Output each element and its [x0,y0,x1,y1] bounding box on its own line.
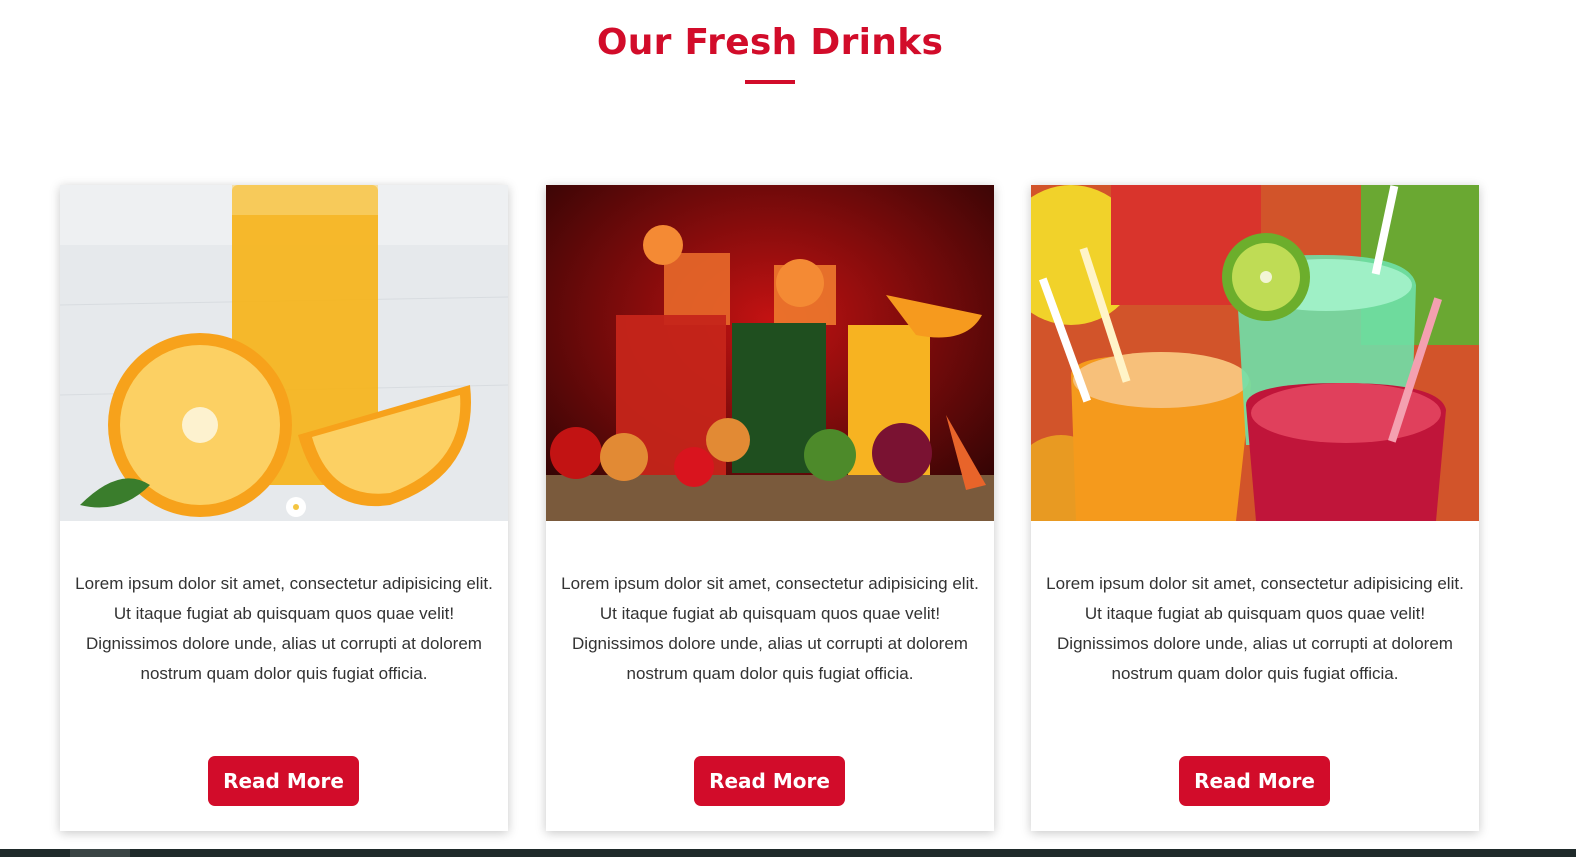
orange-juice-photo [60,185,508,521]
drink-card: Lorem ipsum dolor sit amet, consectetur … [1031,185,1479,831]
card-description: Lorem ipsum dolor sit amet, consectetur … [1046,574,1464,683]
drink-card: Lorem ipsum dolor sit amet, consectetur … [546,185,994,831]
bottom-scrollbar [0,849,1576,857]
read-more-button[interactable]: Read More [694,756,845,806]
read-more-button[interactable]: Read More [208,756,359,806]
card-description: Lorem ipsum dolor sit amet, consectetur … [561,574,979,683]
title-underline [745,80,795,84]
card-description: Lorem ipsum dolor sit amet, consectetur … [75,574,493,683]
section-title: Our Fresh Drinks [596,22,944,63]
drink-card: Lorem ipsum dolor sit amet, consectetur … [60,185,508,831]
mixed-juices-photo [546,185,994,521]
fresh-drinks-section: Our Fresh Drinks Lorem ipsum dolor sit a… [0,0,1576,857]
read-more-button[interactable]: Read More [1179,756,1330,806]
fruit-smoothies-photo [1031,185,1479,521]
scrollbar-thumb[interactable] [70,849,130,857]
